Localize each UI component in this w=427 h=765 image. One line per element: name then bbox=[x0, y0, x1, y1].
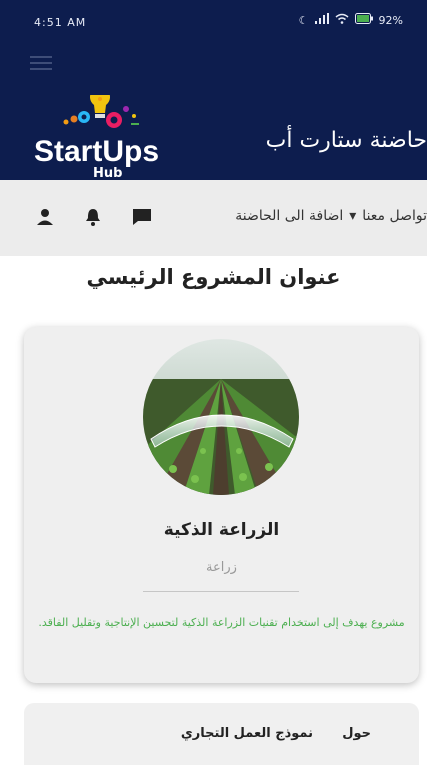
project-name: الزراعة الذكية bbox=[163, 520, 280, 540]
menu-icon[interactable] bbox=[30, 56, 52, 72]
message-icon[interactable] bbox=[132, 208, 152, 230]
status-time: 4:51 AM bbox=[34, 16, 87, 29]
wifi-icon bbox=[335, 13, 349, 27]
moon-icon: ☾ bbox=[298, 13, 309, 27]
project-description: مشروع يهدف إلى استخدام تقنيات الزراعة ال… bbox=[38, 616, 405, 629]
status-icons: ☾ 92% bbox=[299, 13, 403, 27]
tab-about[interactable]: حول bbox=[342, 726, 371, 741]
navbar: تواصل معنا ▾ اضافة الى الحاضنة bbox=[0, 180, 427, 256]
battery-percent: 92% bbox=[378, 13, 403, 27]
signal-icon bbox=[314, 13, 329, 27]
lightbulb-gears-icon bbox=[63, 95, 139, 128]
user-icon[interactable] bbox=[36, 208, 54, 230]
chevron-down-icon[interactable]: ▾ bbox=[349, 208, 356, 224]
add-to-incubator-link[interactable]: اضافة الى الحاضنة bbox=[235, 208, 343, 224]
battery-icon bbox=[354, 13, 373, 27]
site-title: حاضنة ستارت أب bbox=[265, 128, 427, 153]
contact-link[interactable]: تواصل معنا bbox=[362, 208, 427, 224]
startups-hub-logo[interactable]: StartUps Hub bbox=[26, 95, 186, 181]
page-title: عنوان المشروع الرئيسي bbox=[86, 265, 341, 289]
nav-links: تواصل معنا ▾ اضافة الى الحاضنة bbox=[235, 208, 427, 224]
logo-text: StartUps bbox=[34, 135, 160, 168]
divider bbox=[143, 591, 299, 592]
nav-icon-group bbox=[36, 207, 152, 231]
project-card: الزراعة الذكية زراعة مشروع يهدف إلى استخ… bbox=[24, 327, 419, 683]
status-bar: 4:51 AM ☾ 92% bbox=[0, 0, 427, 40]
logo-subtext: Hub bbox=[93, 166, 123, 181]
bell-icon[interactable] bbox=[84, 207, 102, 231]
project-image bbox=[143, 339, 299, 495]
project-category: زراعة bbox=[206, 560, 237, 575]
tab-business-model[interactable]: نموذج العمل التجاري bbox=[181, 726, 313, 741]
app-header: StartUps Hub حاضنة ستارت أب bbox=[0, 40, 427, 181]
project-tabs: حول نموذج العمل التجاري bbox=[24, 703, 419, 765]
